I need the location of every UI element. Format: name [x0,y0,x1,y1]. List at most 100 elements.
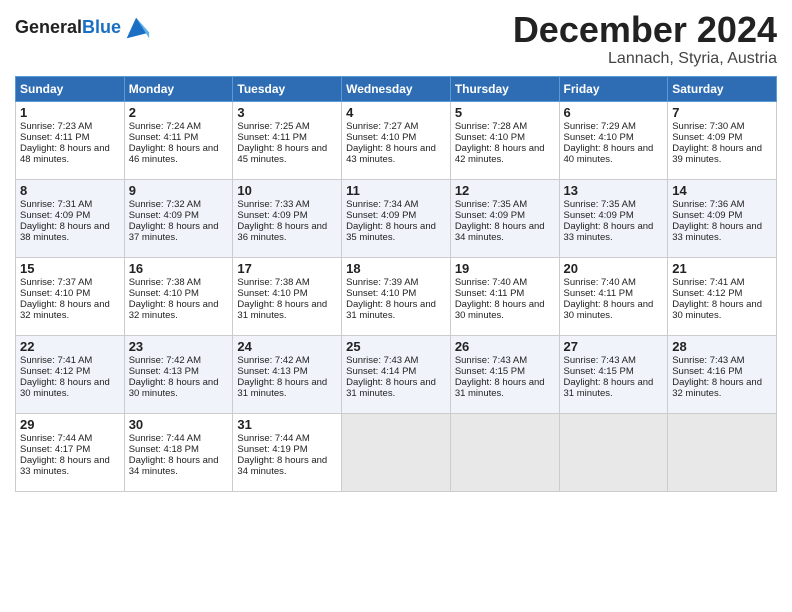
sunset-label: Sunset: 4:15 PM [564,366,634,377]
daylight-label: Daylight: 8 hours and 48 minutes. [20,143,110,165]
logo-icon [123,14,151,42]
sunrise-label: Sunrise: 7:32 AM [129,199,201,210]
sunset-label: Sunset: 4:15 PM [455,366,525,377]
day-cell-19: 19Sunrise: 7:40 AMSunset: 4:11 PMDayligh… [450,257,559,335]
day-number: 6 [564,105,664,120]
day-number: 19 [455,261,555,276]
day-number: 15 [20,261,120,276]
day-number: 26 [455,339,555,354]
daylight-label: Daylight: 8 hours and 43 minutes. [346,143,436,165]
sunset-label: Sunset: 4:10 PM [20,288,90,299]
daylight-label: Daylight: 8 hours and 42 minutes. [455,143,545,165]
day-number: 11 [346,183,446,198]
daylight-label: Daylight: 8 hours and 39 minutes. [672,143,762,165]
day-cell-8: 8Sunrise: 7:31 AMSunset: 4:09 PMDaylight… [16,179,125,257]
logo-text: GeneralBlue [15,18,121,38]
sunrise-label: Sunrise: 7:43 AM [564,355,636,366]
day-number: 18 [346,261,446,276]
sunrise-label: Sunrise: 7:35 AM [455,199,527,210]
daylight-label: Daylight: 8 hours and 38 minutes. [20,221,110,243]
sunrise-label: Sunrise: 7:39 AM [346,277,418,288]
day-cell-30: 30Sunrise: 7:44 AMSunset: 4:18 PMDayligh… [124,413,233,491]
col-monday: Monday [124,76,233,101]
logo: GeneralBlue [15,14,151,42]
day-cell-21: 21Sunrise: 7:41 AMSunset: 4:12 PMDayligh… [668,257,777,335]
sunset-label: Sunset: 4:11 PM [20,132,90,143]
daylight-label: Daylight: 8 hours and 33 minutes. [20,455,110,477]
sunrise-label: Sunrise: 7:23 AM [20,121,92,132]
day-cell-28: 28Sunrise: 7:43 AMSunset: 4:16 PMDayligh… [668,335,777,413]
sunrise-label: Sunrise: 7:37 AM [20,277,92,288]
sunrise-label: Sunrise: 7:43 AM [672,355,744,366]
daylight-label: Daylight: 8 hours and 30 minutes. [672,299,762,321]
sunset-label: Sunset: 4:10 PM [129,288,199,299]
daylight-label: Daylight: 8 hours and 31 minutes. [455,377,545,399]
day-cell-16: 16Sunrise: 7:38 AMSunset: 4:10 PMDayligh… [124,257,233,335]
sunset-label: Sunset: 4:10 PM [455,132,525,143]
day-cell-27: 27Sunrise: 7:43 AMSunset: 4:15 PMDayligh… [559,335,668,413]
day-cell-29: 29Sunrise: 7:44 AMSunset: 4:17 PMDayligh… [16,413,125,491]
sunset-label: Sunset: 4:13 PM [129,366,199,377]
daylight-label: Daylight: 8 hours and 32 minutes. [672,377,762,399]
sunrise-label: Sunrise: 7:33 AM [237,199,309,210]
sunrise-label: Sunrise: 7:31 AM [20,199,92,210]
day-number: 12 [455,183,555,198]
sunrise-label: Sunrise: 7:38 AM [237,277,309,288]
logo-blue: Blue [82,17,121,37]
day-number: 24 [237,339,337,354]
sunset-label: Sunset: 4:09 PM [672,132,742,143]
day-cell-17: 17Sunrise: 7:38 AMSunset: 4:10 PMDayligh… [233,257,342,335]
day-number: 5 [455,105,555,120]
day-cell-6: 6Sunrise: 7:29 AMSunset: 4:10 PMDaylight… [559,101,668,179]
sunrise-label: Sunrise: 7:38 AM [129,277,201,288]
sunset-label: Sunset: 4:09 PM [672,210,742,221]
sunset-label: Sunset: 4:12 PM [672,288,742,299]
sunrise-label: Sunrise: 7:35 AM [564,199,636,210]
daylight-label: Daylight: 8 hours and 36 minutes. [237,221,327,243]
day-number: 1 [20,105,120,120]
day-cell-20: 20Sunrise: 7:40 AMSunset: 4:11 PMDayligh… [559,257,668,335]
calendar-week-1: 1Sunrise: 7:23 AMSunset: 4:11 PMDaylight… [16,101,777,179]
sunrise-label: Sunrise: 7:43 AM [346,355,418,366]
day-number: 25 [346,339,446,354]
sunrise-label: Sunrise: 7:28 AM [455,121,527,132]
day-number: 4 [346,105,446,120]
sunset-label: Sunset: 4:11 PM [564,288,634,299]
daylight-label: Daylight: 8 hours and 31 minutes. [564,377,654,399]
daylight-label: Daylight: 8 hours and 31 minutes. [237,377,327,399]
daylight-label: Daylight: 8 hours and 31 minutes. [346,377,436,399]
col-wednesday: Wednesday [342,76,451,101]
daylight-label: Daylight: 8 hours and 32 minutes. [129,299,219,321]
empty-cell [668,413,777,491]
day-cell-31: 31Sunrise: 7:44 AMSunset: 4:19 PMDayligh… [233,413,342,491]
day-cell-22: 22Sunrise: 7:41 AMSunset: 4:12 PMDayligh… [16,335,125,413]
sunrise-label: Sunrise: 7:41 AM [672,277,744,288]
day-cell-7: 7Sunrise: 7:30 AMSunset: 4:09 PMDaylight… [668,101,777,179]
sunrise-label: Sunrise: 7:30 AM [672,121,744,132]
daylight-label: Daylight: 8 hours and 33 minutes. [564,221,654,243]
daylight-label: Daylight: 8 hours and 31 minutes. [346,299,436,321]
sunset-label: Sunset: 4:10 PM [237,288,307,299]
day-number: 14 [672,183,772,198]
sunset-label: Sunset: 4:13 PM [237,366,307,377]
daylight-label: Daylight: 8 hours and 31 minutes. [237,299,327,321]
sunset-label: Sunset: 4:10 PM [346,288,416,299]
daylight-label: Daylight: 8 hours and 37 minutes. [129,221,219,243]
sunset-label: Sunset: 4:09 PM [564,210,634,221]
sunrise-label: Sunrise: 7:44 AM [237,433,309,444]
daylight-label: Daylight: 8 hours and 40 minutes. [564,143,654,165]
sunset-label: Sunset: 4:09 PM [237,210,307,221]
day-number: 10 [237,183,337,198]
sunset-label: Sunset: 4:19 PM [237,444,307,455]
day-cell-13: 13Sunrise: 7:35 AMSunset: 4:09 PMDayligh… [559,179,668,257]
col-friday: Friday [559,76,668,101]
sunrise-label: Sunrise: 7:36 AM [672,199,744,210]
day-number: 8 [20,183,120,198]
day-cell-10: 10Sunrise: 7:33 AMSunset: 4:09 PMDayligh… [233,179,342,257]
daylight-label: Daylight: 8 hours and 34 minutes. [237,455,327,477]
day-cell-3: 3Sunrise: 7:25 AMSunset: 4:11 PMDaylight… [233,101,342,179]
daylight-label: Daylight: 8 hours and 35 minutes. [346,221,436,243]
day-cell-23: 23Sunrise: 7:42 AMSunset: 4:13 PMDayligh… [124,335,233,413]
day-cell-24: 24Sunrise: 7:42 AMSunset: 4:13 PMDayligh… [233,335,342,413]
sunset-label: Sunset: 4:10 PM [346,132,416,143]
